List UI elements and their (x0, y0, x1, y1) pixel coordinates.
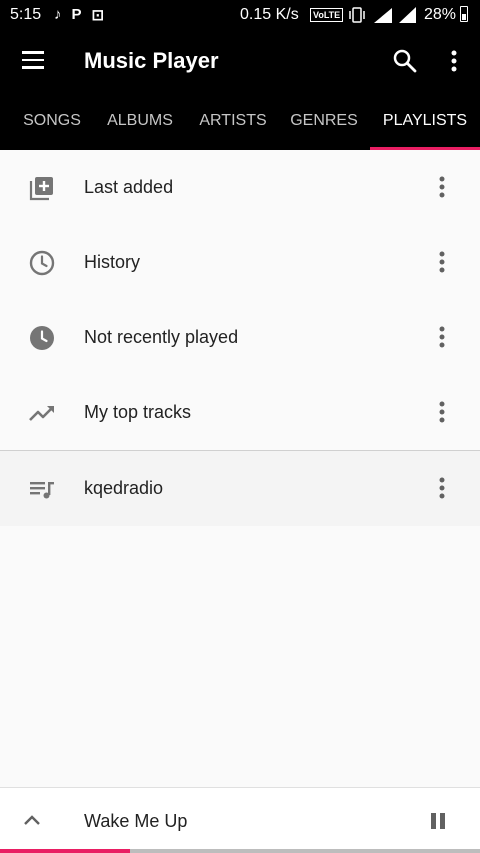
tab-artists[interactable]: ARTISTS (190, 94, 276, 150)
playlist-row-not-recently-played[interactable]: Not recently played (0, 300, 480, 375)
playlist-row-kqedradio[interactable]: kqedradio (0, 451, 480, 526)
tab-playlists[interactable]: PLAYLISTS (370, 94, 480, 150)
clock-filled-icon (30, 326, 54, 350)
playlist-row-history[interactable]: History (0, 225, 480, 300)
progress-fill (0, 849, 130, 853)
status-time: 5:15 (10, 6, 42, 23)
playlist-row-last-added[interactable]: Last added (0, 150, 480, 225)
queue-music-icon (30, 482, 54, 499)
playlist-list: Last added History Not recently played M… (0, 150, 480, 526)
playlist-label: History (84, 252, 141, 272)
more-vert-icon[interactable] (432, 399, 452, 425)
more-vert-icon[interactable] (432, 174, 452, 200)
playlist-label: kqedradio (84, 478, 164, 498)
network-speed: 0.15 K/s (240, 6, 299, 23)
mini-player[interactable]: Wake Me Up (0, 787, 480, 853)
trending-up-icon (29, 406, 54, 421)
tab-bar: SONGS ALBUMS ARTISTS GENRES PLAYLISTS (0, 94, 480, 150)
app-title: Music Player (84, 48, 219, 73)
tab-songs[interactable]: SONGS (14, 94, 90, 150)
more-vert-icon[interactable] (432, 324, 452, 350)
search-icon[interactable] (392, 48, 418, 74)
app-bar: Music Player (0, 30, 480, 94)
more-vert-icon[interactable] (444, 48, 464, 74)
more-vert-icon[interactable] (432, 249, 452, 275)
chevron-up-icon[interactable] (22, 812, 42, 828)
more-vert-icon[interactable] (432, 475, 452, 501)
menu-icon[interactable] (22, 51, 44, 69)
vibrate-icon (349, 7, 365, 23)
volte-badge: VoLTE (310, 8, 344, 22)
history-clock-icon (29, 250, 55, 276)
playlist-label: Last added (84, 177, 174, 197)
battery-percent: 28% (424, 6, 457, 23)
battery-icon (460, 6, 468, 22)
signal-icon (399, 7, 416, 23)
playlist-add-icon (29, 177, 53, 201)
status-bar: 5:15 ♪ P ⊡ 0.15 K/s VoLTE 28% (0, 0, 480, 30)
signal-4g-icon (374, 8, 392, 23)
playlist-label: My top tracks (84, 402, 192, 422)
paypal-icon: P (71, 6, 82, 23)
tab-genres[interactable]: GENRES (284, 94, 364, 150)
pause-icon[interactable] (428, 811, 448, 831)
translate-icon: ⊡ (91, 7, 105, 24)
tab-albums[interactable]: ALBUMS (100, 94, 180, 150)
progress-bar[interactable] (0, 849, 480, 853)
now-playing-title: Wake Me Up (84, 811, 188, 831)
playlist-row-my-top-tracks[interactable]: My top tracks (0, 375, 480, 450)
playlist-label: Not recently played (84, 327, 239, 347)
notification-app-icon: ♪ (54, 6, 62, 23)
